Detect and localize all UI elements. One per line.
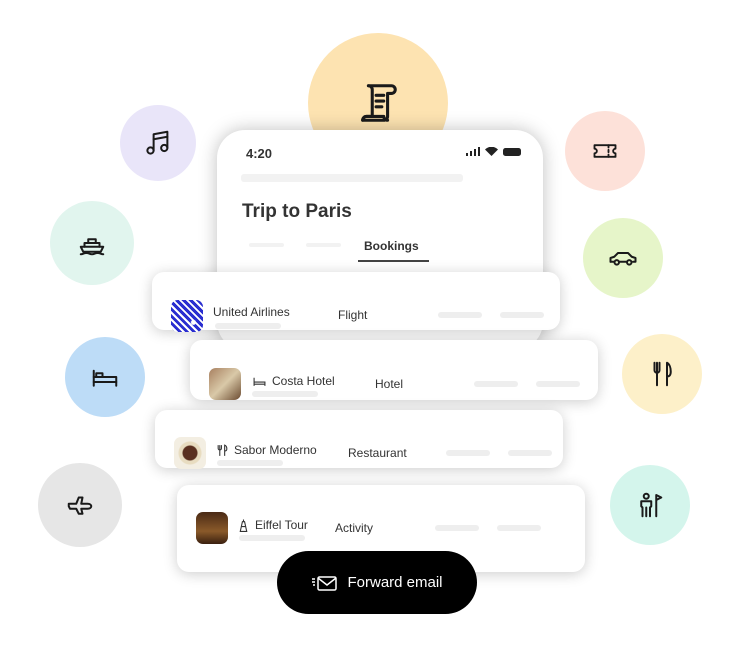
car-icon: [609, 252, 637, 266]
booking-name: United Airlines: [213, 305, 290, 319]
booking-name: Sabor Moderno: [217, 443, 317, 457]
ticket-circle: [565, 111, 645, 191]
booking-type: Activity: [335, 521, 374, 535]
booking-name: Eiffel Tour: [238, 518, 308, 532]
booking-type: Hotel: [375, 377, 404, 391]
ship-icon: [79, 238, 105, 256]
ticket-icon: [593, 144, 617, 158]
booking-card-hotel[interactable]: Costa Hotel Hotel: [190, 340, 598, 400]
booking-card-restaurant[interactable]: Sabor Moderno Restaurant: [155, 410, 563, 469]
placeholder: [446, 450, 490, 456]
page-title: Trip to Paris: [242, 201, 352, 222]
bed-icon: [92, 369, 118, 387]
music-circle: [120, 105, 196, 181]
placeholder: [435, 525, 479, 531]
placeholder: [497, 525, 541, 531]
detail-placeholder: [252, 391, 318, 397]
detail-placeholder: [217, 460, 283, 466]
united-airlines-logo: [171, 300, 203, 332]
eiffel-tower-icon: [239, 519, 248, 532]
status-time: 4:20: [246, 146, 273, 161]
active-tab-indicator: [358, 260, 429, 262]
car-circle: [583, 218, 663, 298]
placeholder: [500, 312, 544, 318]
ship-circle: [50, 201, 134, 285]
plane-circle: [38, 463, 122, 547]
bed-circle: [65, 337, 145, 417]
tour-guide-flag-icon: [640, 492, 663, 518]
forward-email-label: Forward email: [347, 574, 443, 591]
booking-name: Costa Hotel: [253, 374, 335, 388]
detail-placeholder: [239, 535, 305, 541]
booking-type: Restaurant: [348, 446, 407, 460]
forward-email-button[interactable]: Forward email: [277, 551, 477, 614]
restaurant-circle: [622, 334, 702, 414]
signal-icon: [466, 147, 480, 156]
placeholder: [508, 450, 552, 456]
guide-circle: [610, 465, 690, 545]
wifi-icon: [485, 147, 498, 156]
placeholder: [474, 381, 518, 387]
booking-card-flight[interactable]: United Airlines Flight: [152, 272, 560, 332]
search-placeholder: [241, 174, 463, 182]
booking-type: Flight: [338, 308, 368, 322]
placeholder: [438, 312, 482, 318]
eiffel-tower-photo: [196, 512, 228, 544]
battery-icon: [503, 148, 521, 156]
fork-knife-icon: [653, 361, 672, 387]
tab-placeholder[interactable]: [306, 243, 341, 247]
envelope-send-icon: [312, 575, 338, 591]
tab-bookings[interactable]: Bookings: [364, 239, 419, 253]
bed-icon: [253, 377, 266, 386]
airplane-icon: [67, 496, 93, 515]
hotel-photo: [209, 368, 241, 400]
fork-knife-icon: [217, 443, 228, 456]
tab-placeholder[interactable]: [249, 243, 284, 247]
placeholder: [536, 381, 580, 387]
receipt-scroll-icon: [361, 84, 397, 122]
restaurant-photo: [174, 437, 206, 469]
music-note-icon: [146, 130, 169, 155]
detail-placeholder: [215, 323, 281, 329]
status-icons: [466, 147, 521, 156]
